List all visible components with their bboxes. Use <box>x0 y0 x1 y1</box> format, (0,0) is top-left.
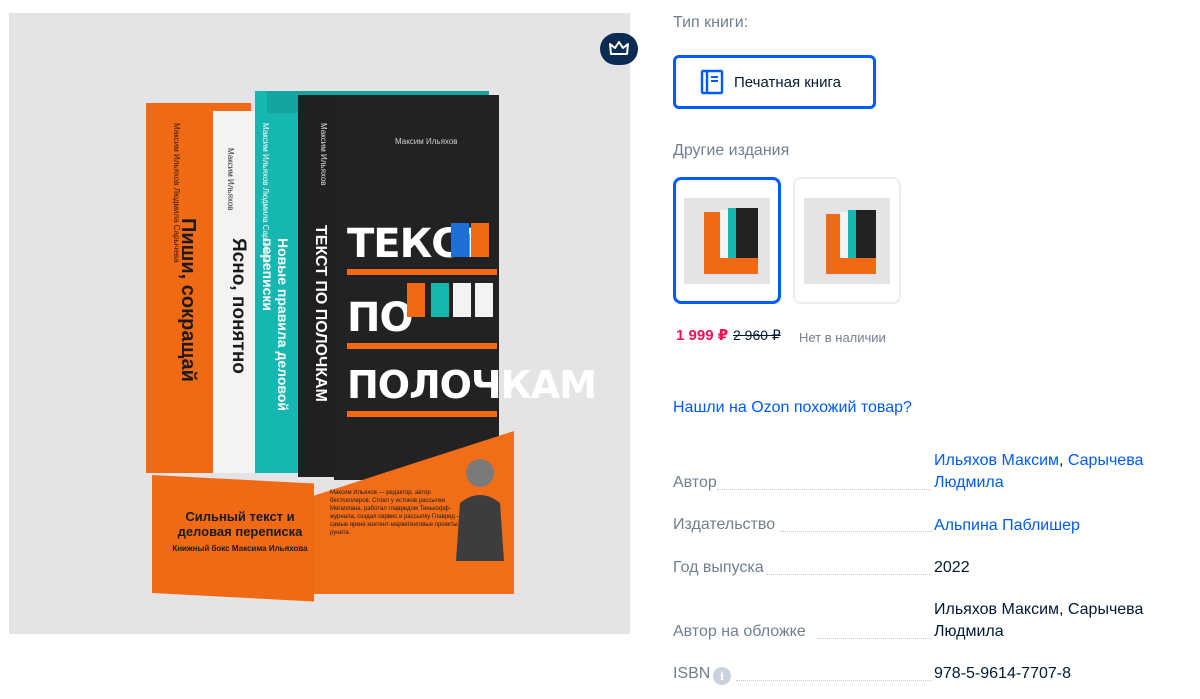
cover-rule <box>347 269 497 275</box>
mini-book-icon <box>475 283 493 317</box>
premium-badge[interactable] <box>600 33 638 65</box>
mini-book-icon <box>453 283 471 317</box>
author-photo <box>456 459 504 561</box>
cover-title-line-2: ПО <box>347 295 413 341</box>
spec-value-isbn: 978-5-9614-7707-8 <box>934 665 1071 682</box>
spec-value-cover-author: Ильяхов Максим, Сарычева Людмила <box>934 601 1144 640</box>
spec-label-isbn: ISBN <box>673 665 711 682</box>
spec-label-cover-author: Автор на обложке <box>673 623 806 640</box>
mini-book-icon <box>431 283 449 317</box>
edition-tile[interactable] <box>793 177 901 304</box>
spec-label-year: Год выпуска <box>673 559 764 576</box>
spine-orange-title: Пиши, сокращай <box>177 218 199 382</box>
spine-white-author: Максим Ильяхов <box>226 148 235 211</box>
spec-leader-dots <box>736 680 932 681</box>
box-tag-title: Сильный текст и деловая переписка <box>177 509 303 539</box>
print-book-label: Печатная книга <box>734 73 841 91</box>
spine-black-title: ТЕКСТ ПО ПОЛОЧКАМ <box>312 225 329 402</box>
product-image[interactable]: Максим Ильяхов Людмила Сарычева Пиши, со… <box>9 13 630 634</box>
cover-rule <box>347 343 497 349</box>
edition-thumbnail <box>804 197 890 284</box>
spec-value-year: 2022 <box>934 559 970 576</box>
spec-leader-dots <box>780 531 932 532</box>
cover-author: Максим Ильяхов <box>395 137 458 146</box>
publisher-link[interactable]: Альпина Паблишер <box>934 515 1174 537</box>
found-similar-link[interactable]: Нашли на Ozon похожий товар? <box>673 399 912 417</box>
crown-icon <box>609 41 629 55</box>
print-book-option[interactable]: Печатная книга <box>673 55 876 109</box>
mini-book-icon <box>451 223 469 257</box>
box-author-bio: Максим Ильяхов — редактор, автор бестсел… <box>330 490 463 536</box>
spec-leader-dots <box>818 638 932 639</box>
cover-title-line-3: ПОЛОЧКАМ <box>347 363 597 407</box>
box-tag: Сильный текст и деловая переписка Книжны… <box>169 509 311 555</box>
edition-tile-selected[interactable] <box>673 177 781 304</box>
box-tag-subtitle: Книжный бокс Максима Ильяхова <box>172 544 308 553</box>
spec-value-author: Ильяхов Максим, Сарычева Людмила <box>934 450 1174 494</box>
info-icon[interactable]: i <box>713 667 731 685</box>
author-separator: , <box>1059 452 1068 469</box>
stock-status: Нет в наличии <box>799 330 886 345</box>
edition-thumbnail <box>684 197 770 284</box>
spec-leader-dots <box>717 489 931 490</box>
spec-label-publisher: Издательство <box>673 516 776 533</box>
mini-book-icon <box>471 223 489 257</box>
edition-old-price: 2 960 ₽ <box>733 327 781 343</box>
spine-black-author: Максим Ильяхов <box>319 123 328 186</box>
author-link-ilyakhov[interactable]: Ильяхов Максим <box>934 452 1059 469</box>
other-editions-label: Другие издания <box>673 142 790 159</box>
book-icon <box>700 69 724 95</box>
cover-rule <box>347 411 497 417</box>
spine-teal-title: Новые правила деловой переписки <box>260 238 291 411</box>
edition-price: 1 999 ₽ <box>676 327 729 344</box>
spec-leader-dots <box>766 574 932 575</box>
book-type-label: Тип книги: <box>673 14 749 31</box>
spine-white-title: Ясно, понятно <box>228 238 249 374</box>
mini-book-icon <box>407 283 425 317</box>
spec-label-author: Автор <box>673 474 717 491</box>
